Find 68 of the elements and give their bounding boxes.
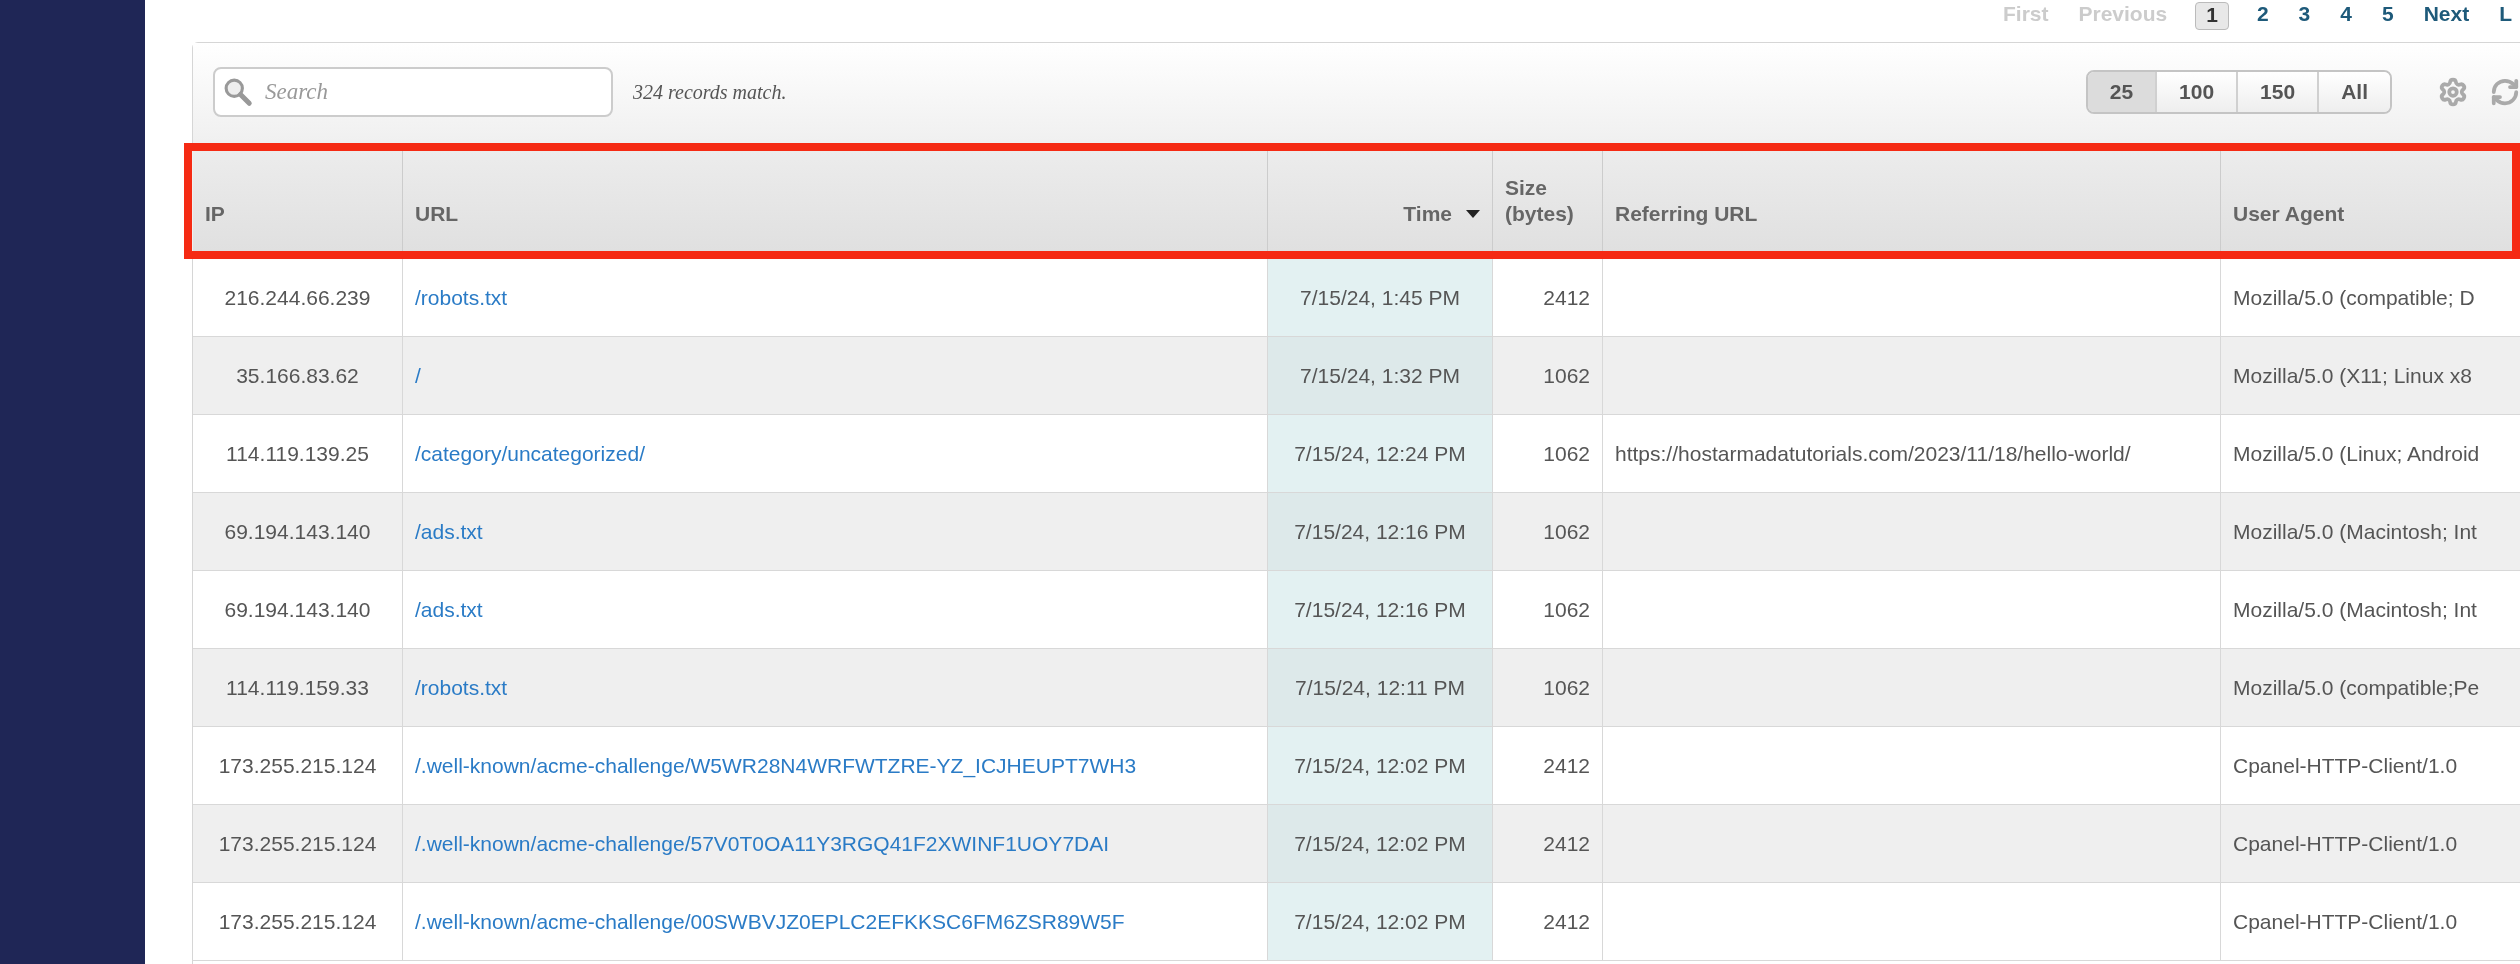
page-size-button[interactable]: 25 <box>2087 72 2156 112</box>
settings-icon[interactable] <box>2438 77 2468 107</box>
table-cell-text: 1062 <box>1543 596 1590 623</box>
search-field[interactable]: Search <box>213 67 613 117</box>
table-cell-text: 2412 <box>1543 908 1590 935</box>
table-cell-text: Mozilla/5.0 (X11; Linux x8 <box>2233 362 2472 389</box>
pagination-link[interactable]: 2 <box>2254 2 2271 30</box>
table-cell-text: 7/15/24, 12:02 PM <box>1294 830 1466 857</box>
table-cell-text: 7/15/24, 12:16 PM <box>1294 518 1466 545</box>
column-header[interactable]: Referring URL <box>1603 151 2221 251</box>
table-cell-text: Mozilla/5.0 (compatible;Pe <box>2233 674 2480 701</box>
pagination-link[interactable]: 1 <box>2195 2 2229 30</box>
table-cell-text: Cpanel-HTTP-Client/1.0 <box>2233 908 2458 935</box>
column-header[interactable]: Time <box>1268 151 1493 251</box>
table-cell-text: 69.194.143.140 <box>224 518 371 545</box>
url-link[interactable]: /robots.txt <box>415 671 508 704</box>
table-cell-text: 216.244.66.239 <box>224 284 371 311</box>
page-size-button[interactable]: 100 <box>2155 72 2237 112</box>
table-cell-text: 7/15/24, 1:32 PM <box>1300 362 1460 389</box>
table-cell-text: Mozilla/5.0 (Macintosh; Int <box>2233 596 2477 623</box>
table-cell-text: 114.119.139.25 <box>226 440 369 467</box>
table-cell-text: 2412 <box>1543 752 1590 779</box>
column-header[interactable]: Size (bytes) <box>1493 151 1603 251</box>
table-cell-text: https://hostarmadatutorials.com/2023/11/18/hello-world/ <box>1615 440 2131 467</box>
table-cell-text: 7/15/24, 12:11 PM <box>1294 674 1466 701</box>
url-link[interactable]: / <box>415 359 421 392</box>
table-cell-text: 114.119.159.33 <box>226 674 369 701</box>
table-cell-text: 7/15/24, 1:45 PM <box>1300 284 1460 311</box>
table-cell-text: Mozilla/5.0 (compatible; D <box>2233 284 2475 311</box>
sort-caret-icon <box>1466 210 1480 218</box>
url-link[interactable]: /category/uncategorized/ <box>415 437 645 470</box>
table-cell-text: 173.255.215.124 <box>218 752 377 779</box>
url-link[interactable]: /.well-known/acme-challenge/57V0T0OA11Y3RGQ41F2XWINF1UOY7DAI <box>415 827 1110 860</box>
table-cell-text: Mozilla/5.0 (Macintosh; Int <box>2233 518 2477 545</box>
pagination-link[interactable]: Next <box>2421 2 2472 30</box>
table-cell-text: 1062 <box>1543 362 1590 389</box>
table-cell-text: 173.255.215.124 <box>218 830 377 857</box>
url-link[interactable]: /robots.txt <box>415 281 508 314</box>
url-link[interactable]: /.well-known/acme-challenge/00SWBVJZ0EPLC2EFKKSC6FM6ZSR89W5F <box>415 905 1125 938</box>
page-size-button[interactable]: All <box>2317 72 2390 112</box>
table-cell-text: 35.166.83.62 <box>236 362 359 389</box>
table-cell-text: Cpanel-HTTP-Client/1.0 <box>2233 752 2458 779</box>
record-count: 324 records match. <box>633 80 787 105</box>
table-cell-text: 2412 <box>1543 284 1590 311</box>
table-cell-text: 173.255.215.124 <box>218 908 377 935</box>
table-cell-text: 7/15/24, 12:02 PM <box>1294 752 1466 779</box>
table-cell-text: 7/15/24, 12:16 PM <box>1294 596 1466 623</box>
url-link[interactable]: /ads.txt <box>415 515 483 548</box>
url-link[interactable]: /ads.txt <box>415 593 483 626</box>
table-cell-text: 2412 <box>1543 830 1590 857</box>
table-cell-text: Mozilla/5.0 (Linux; Android <box>2233 440 2480 467</box>
refresh-icon[interactable] <box>2490 77 2520 107</box>
pagination-link[interactable]: 3 <box>2296 2 2313 30</box>
column-header[interactable]: User Agent <box>2221 151 2520 251</box>
table-cell-text: 1062 <box>1543 518 1590 545</box>
pagination-link[interactable]: L <box>2497 2 2514 30</box>
table-cell-text: 1062 <box>1543 440 1590 467</box>
page-size-button[interactable]: 150 <box>2236 72 2318 112</box>
table-cell-text: 69.194.143.140 <box>224 596 371 623</box>
pagination-link[interactable]: 5 <box>2379 2 2396 30</box>
table-cell-text: 1062 <box>1543 674 1590 701</box>
column-header[interactable]: IP <box>193 151 403 251</box>
table-cell-text: 7/15/24, 12:02 PM <box>1294 908 1466 935</box>
url-link[interactable]: /.well-known/acme-challenge/W5WR28N4WRFWTZRE-YZ_ICJHEUPT7WH3 <box>415 749 1137 782</box>
column-header[interactable]: URL <box>403 151 1268 251</box>
table-cell-text: Cpanel-HTTP-Client/1.0 <box>2233 830 2458 857</box>
table-cell-text: 7/15/24, 12:24 PM <box>1294 440 1466 467</box>
pagination-link[interactable]: 4 <box>2338 2 2354 30</box>
